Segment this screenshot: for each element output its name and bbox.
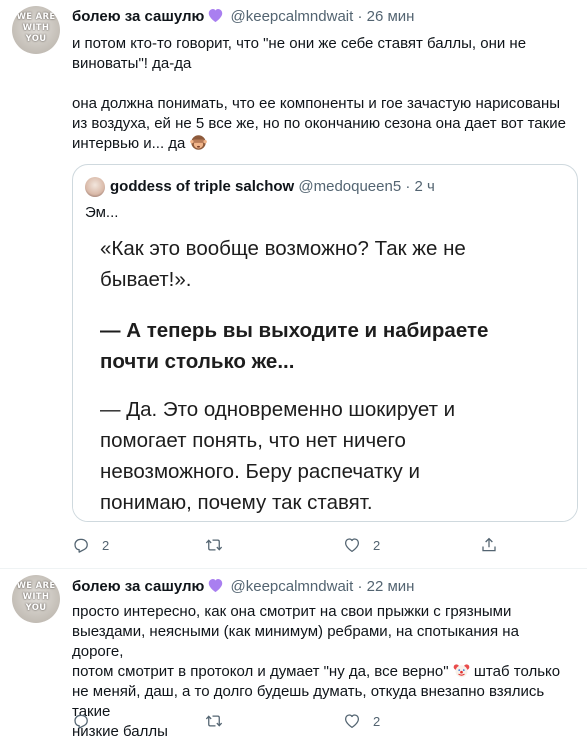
reply-count: 2 (102, 537, 110, 553)
reply-icon (74, 538, 88, 553)
quoted-avatar[interactable] (85, 177, 105, 197)
purple-heart-icon (207, 7, 224, 29)
quoted-tweet[interactable]: goddess of triple salchow @medoqueen5 · … (72, 164, 578, 522)
purple-heart-icon (207, 577, 224, 599)
retweet-button[interactable] (205, 535, 235, 555)
like-button[interactable]: 2 (343, 535, 380, 555)
quoted-text: Эм... (85, 204, 119, 221)
reply-button[interactable]: 2 (72, 535, 109, 555)
quoted-author-name: goddess of triple salchow (110, 178, 295, 195)
tweet-text: она должна понимать, что ее компоненты и… (72, 94, 572, 154)
image-paragraph: — А теперь вы выходите и набираете почти… (100, 319, 489, 373)
tweet-text: и потом кто-то говорит, что "не они же с… (72, 34, 572, 74)
tweet-paragraph: и потом кто-то говорит, что "не они же с… (72, 35, 527, 72)
quoted-timestamp: 2 ч (414, 178, 435, 195)
heart-icon (344, 714, 360, 729)
timestamp[interactable]: 26 мин (367, 8, 415, 25)
tweet[interactable]: WE ARE WITH YOU болею за сашулю @keepcal… (0, 0, 587, 569)
reply-button[interactable] (72, 711, 102, 731)
author-name[interactable]: болею за сашулю (72, 578, 204, 595)
avatar-logo: WE ARE WITH YOU (16, 581, 56, 613)
reply-icon (74, 714, 88, 729)
retweet-icon (205, 715, 223, 727)
like-count: 2 (373, 713, 381, 729)
author-handle[interactable]: @keepcalmndwait (231, 578, 354, 595)
separator: · (357, 8, 363, 25)
image-paragraph: «Как это вообще возможно? Так же не быва… (100, 237, 466, 291)
image-paragraph: — Да. Это одновременно шокирует и помога… (100, 398, 456, 514)
separator: · (405, 178, 411, 195)
author-name[interactable]: болею за сашулю (72, 8, 204, 25)
quoted-header: goddess of triple salchow @medoqueen5 · … (110, 177, 435, 197)
separator: · (357, 578, 363, 595)
tweet[interactable]: WE ARE WITH YOU болею за сашулю @keepcal… (0, 569, 587, 736)
quoted-image[interactable]: «Как это вообще возможно? Так же не быва… (73, 227, 577, 521)
retweet-icon (205, 539, 223, 551)
avatar-logo: WE ARE WITH YOU (16, 12, 56, 44)
tweet-header: болею за сашулю @keepcalmndwait · 22 мин (72, 577, 414, 599)
like-count: 2 (373, 537, 381, 553)
author-handle[interactable]: @keepcalmndwait (231, 8, 354, 25)
clown-face-icon (453, 662, 470, 679)
tweet-paragraph-text: она должна понимать, что ее компоненты и… (72, 95, 566, 152)
share-button[interactable] (480, 535, 498, 555)
retweet-button[interactable] (205, 711, 235, 731)
timestamp[interactable]: 22 мин (367, 578, 415, 595)
like-button[interactable]: 2 (343, 711, 380, 731)
avatar[interactable]: WE ARE WITH YOU (12, 575, 60, 623)
see-no-evil-monkey-icon (189, 134, 207, 151)
share-icon (482, 537, 496, 552)
tweet-actions: 2 2 (72, 535, 498, 555)
quoted-author-handle: @medoqueen5 (298, 178, 402, 195)
tweet-header: болею за сашулю @keepcalmndwait · 26 мин (72, 7, 414, 29)
avatar[interactable]: WE ARE WITH YOU (12, 6, 60, 54)
tweet-actions: 2 (72, 711, 498, 731)
tweet-paragraph: она должна понимать, что ее компоненты и… (72, 94, 572, 154)
heart-icon (344, 538, 360, 553)
